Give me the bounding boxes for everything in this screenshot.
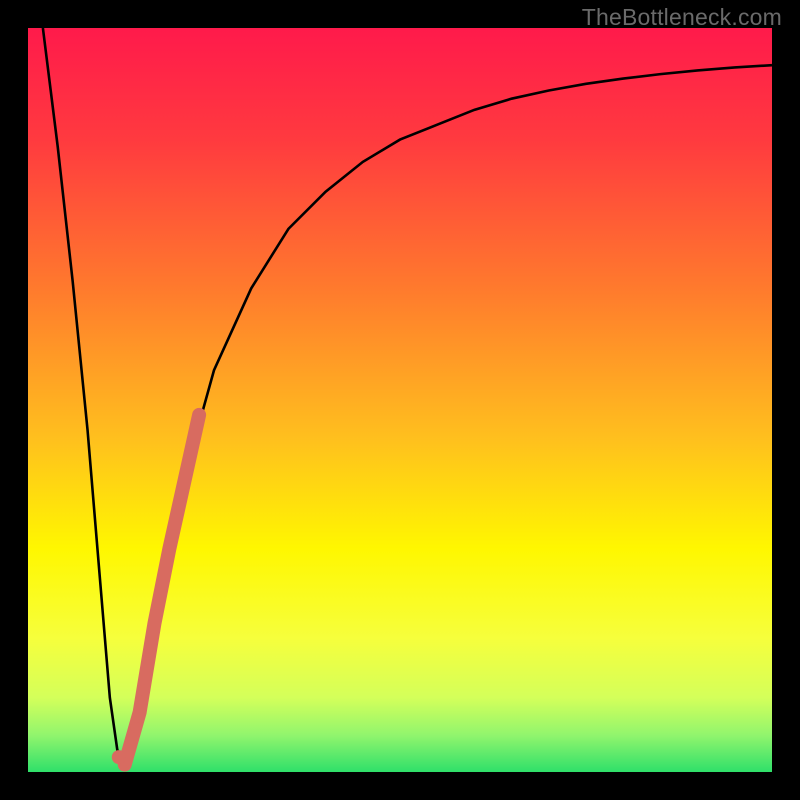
highlight-dot [130,722,141,733]
highlight-dot [138,685,149,696]
chart-container: TheBottleneck.com [0,0,800,800]
watermark-label: TheBottleneck.com [582,4,782,31]
highlight-dot [112,750,126,764]
chart-svg [0,0,800,800]
